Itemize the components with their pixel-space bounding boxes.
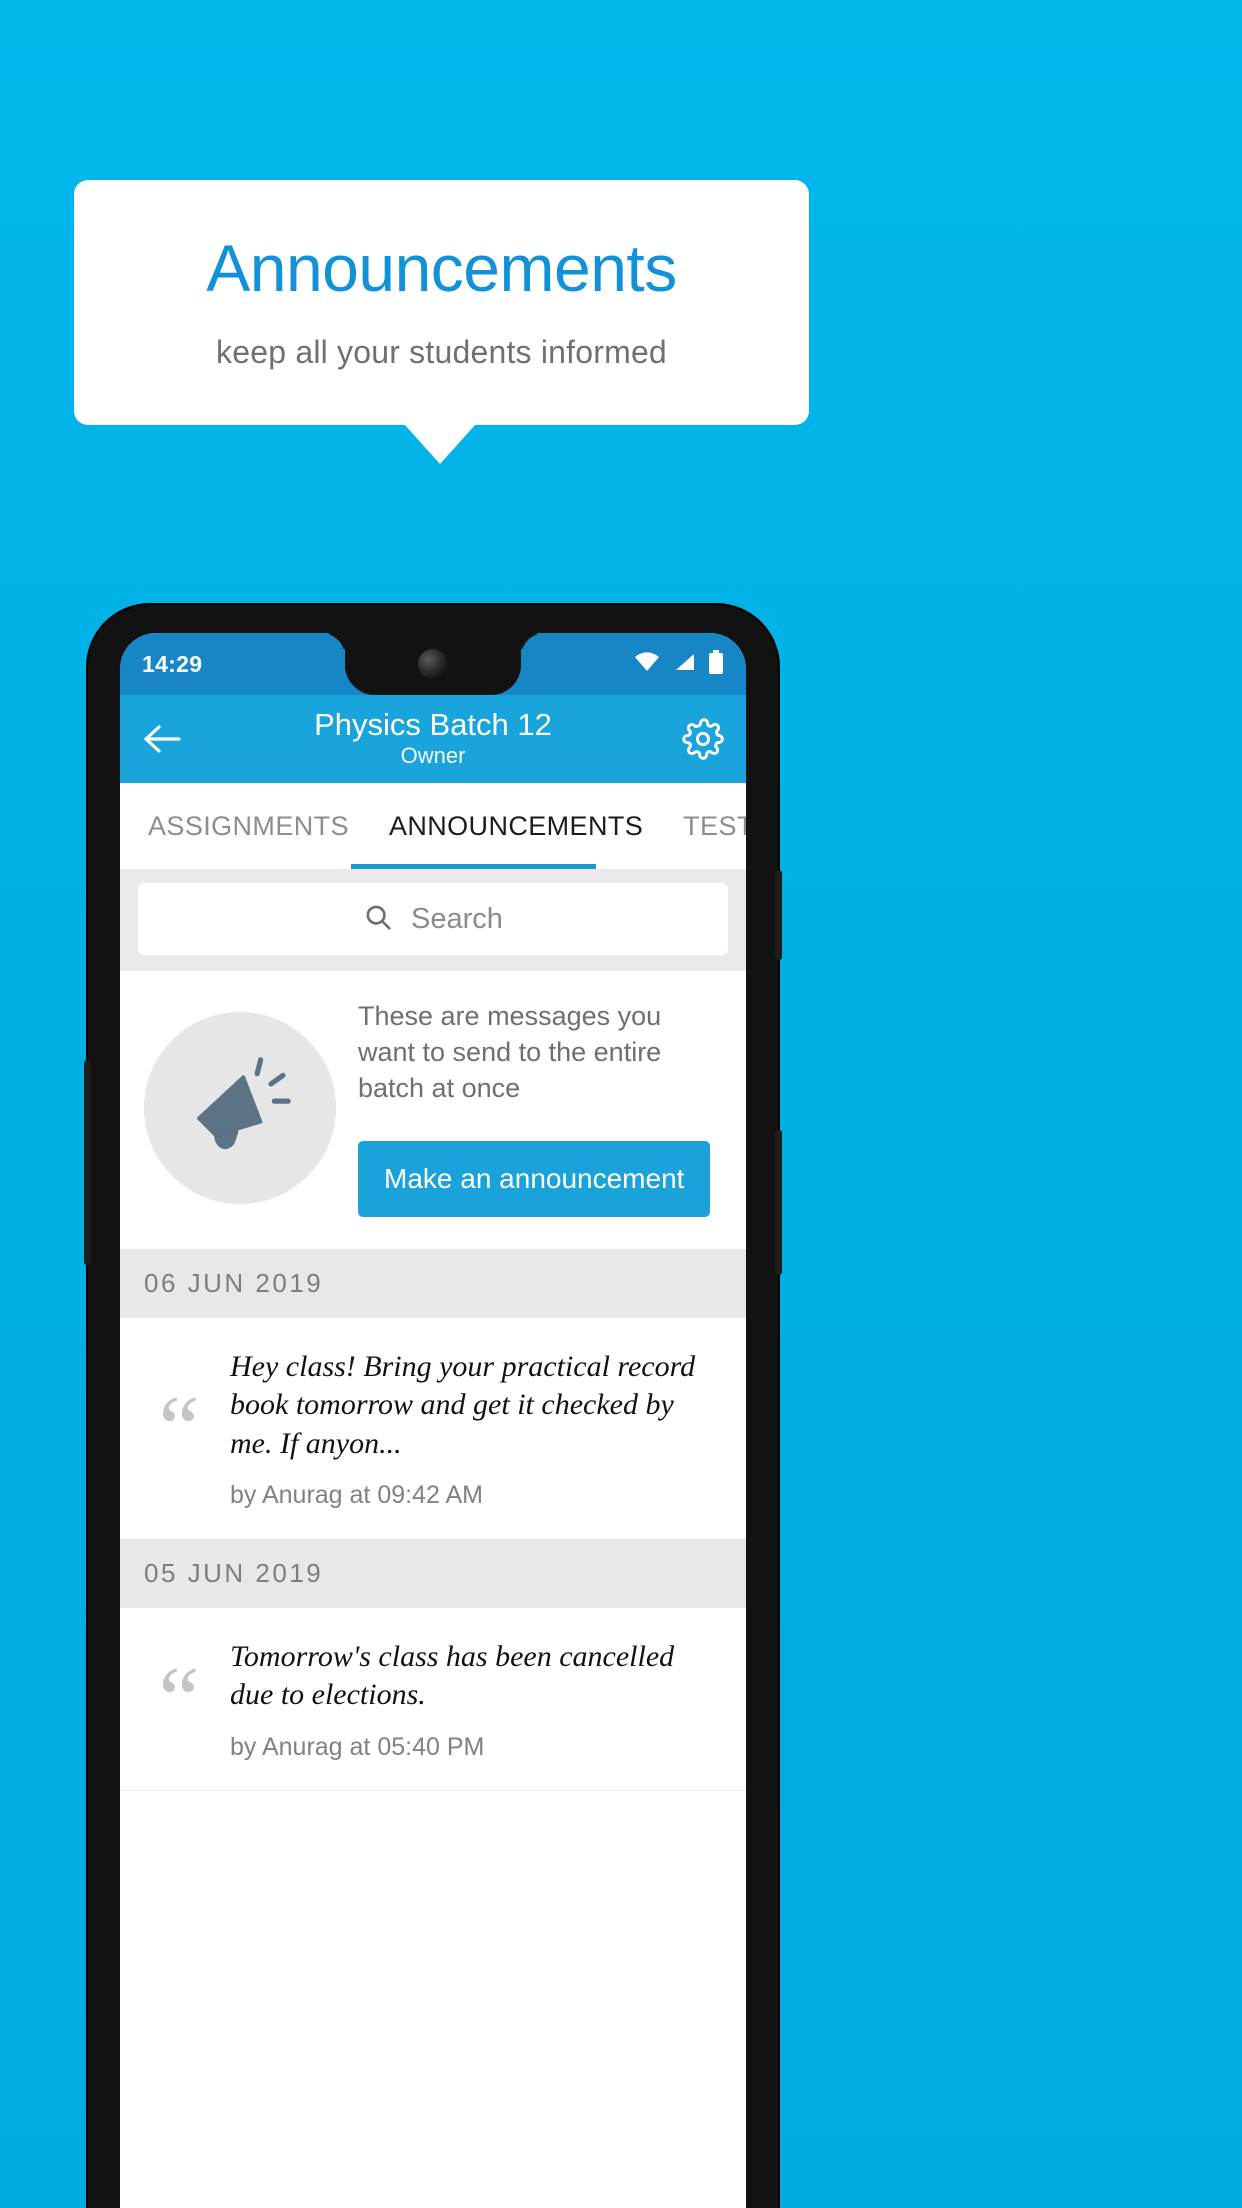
date-header: 05 JUN 2019 (120, 1538, 746, 1608)
promo-banner: Announcements keep all your students inf… (74, 180, 809, 425)
back-arrow-icon[interactable] (142, 723, 182, 755)
status-bar-clock: 14:29 (142, 650, 203, 677)
search-section: Search (120, 869, 746, 971)
tab-announcements[interactable]: ANNOUNCEMENTS (369, 783, 663, 869)
announcement-text: Hey class! Bring your practical record b… (230, 1349, 696, 1460)
batch-role: Owner (400, 743, 466, 769)
tab-bar: ASSIGNMENTS ANNOUNCEMENTS TESTS (120, 783, 746, 869)
search-placeholder: Search (411, 902, 503, 935)
quote-icon: “ (158, 1377, 200, 1480)
status-bar-icons (634, 649, 724, 679)
announcement-content: Hey class! Bring your practical record b… (230, 1348, 722, 1510)
signal-icon (672, 652, 696, 677)
wifi-icon (634, 651, 660, 677)
make-announcement-button[interactable]: Make an announcement (358, 1140, 711, 1217)
announcement-text: Tomorrow's class has been cancelled due … (230, 1639, 675, 1712)
active-tab-indicator (351, 864, 596, 869)
phone-notch (345, 633, 521, 695)
phone-screen: 14:29 Physics Batch 12 Owner ASSIGNMENTS… (120, 633, 746, 2208)
front-camera-icon (418, 649, 448, 679)
page-subtitle: keep all your students informed (216, 333, 667, 370)
announcement-meta: by Anurag at 05:40 PM (230, 1732, 485, 1761)
speech-bubble-tail (404, 424, 476, 464)
announcement-content: Tomorrow's class has been cancelled due … (230, 1638, 722, 1762)
tab-tests[interactable]: TESTS (663, 783, 746, 869)
promo-content: These are messages you want to send to t… (358, 999, 722, 1217)
date-header: 06 JUN 2019 (120, 1248, 746, 1318)
batch-title: Physics Batch 12 (314, 707, 552, 743)
quote-icon: “ (158, 1648, 200, 1751)
announcement-promo-card: These are messages you want to send to t… (120, 971, 746, 1249)
announcement-meta: by Anurag at 09:42 AM (230, 1480, 483, 1509)
search-icon (363, 902, 393, 937)
megaphone-illustration (144, 1011, 336, 1204)
announcement-list-item[interactable]: “ Hey class! Bring your practical record… (120, 1317, 746, 1539)
gear-icon[interactable] (682, 718, 724, 760)
phone-volume-button (775, 1130, 782, 1275)
phone-power-button (775, 870, 782, 960)
megaphone-icon (197, 1057, 291, 1149)
phone-side-button (84, 1060, 91, 1265)
page-title: Announcements (206, 231, 677, 306)
phone-frame: 14:29 Physics Batch 12 Owner ASSIGNMENTS… (84, 605, 782, 2208)
announcement-list-item[interactable]: “ Tomorrow's class has been cancelled du… (120, 1607, 746, 1791)
app-bar: Physics Batch 12 Owner (120, 695, 746, 783)
search-input[interactable]: Search (138, 883, 728, 955)
tab-assignments[interactable]: ASSIGNMENTS (120, 783, 369, 869)
app-bar-titles: Physics Batch 12 Owner (120, 708, 746, 769)
battery-icon (708, 649, 724, 679)
promo-description: These are messages you want to send to t… (358, 1001, 662, 1103)
